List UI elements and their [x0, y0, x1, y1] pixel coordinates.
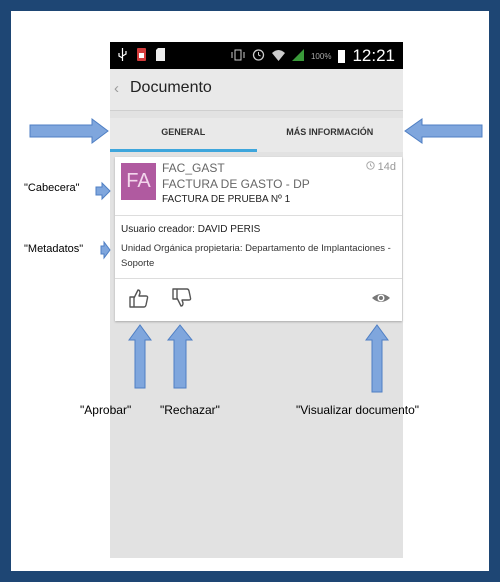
arrow-up-rechazar — [166, 324, 194, 389]
arrow-up-visualizar — [365, 324, 389, 393]
annotation-cabecera: "Cabecera" — [24, 182, 80, 194]
annotation-aprobar: "Aprobar" — [80, 403, 132, 417]
arrow-right-tabs — [29, 118, 109, 144]
arrow-right-metadatos — [100, 240, 111, 260]
annotation-rechazar: "Rechazar" — [160, 403, 220, 417]
annotation-arrows — [29, 118, 483, 393]
arrow-right-cabecera — [95, 181, 111, 201]
annotation-metadatos: "Metadatos" — [24, 243, 84, 255]
annotation-visualizar: "Visualizar documento" — [296, 403, 420, 417]
arrow-left-tabs — [404, 118, 483, 144]
arrow-up-aprobar — [128, 324, 152, 389]
